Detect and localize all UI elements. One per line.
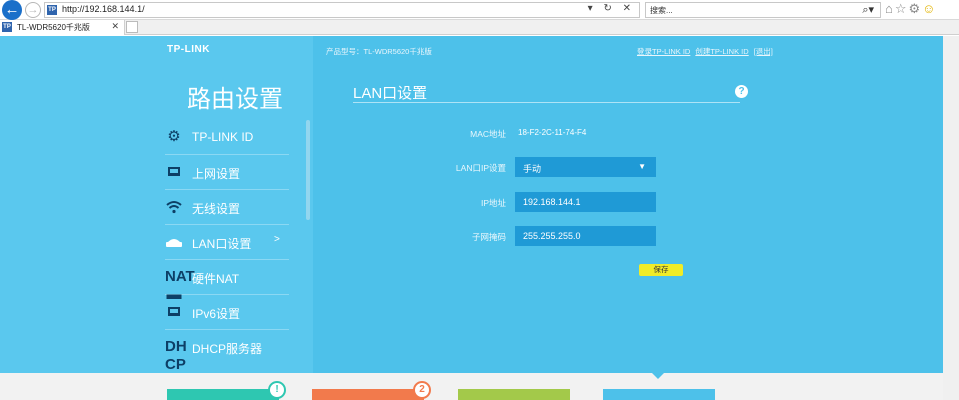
sidebar-item-label: DHCP服务器 [192,342,263,356]
alert-badge: ! [268,381,286,399]
dhcp-icon: DH CP [165,338,187,373]
lan-ip-mode-select[interactable]: 手动 ▼ [515,157,656,177]
mac-value: 18-F2-2C-11-74-F4 [518,128,587,137]
router-page: TP-LINK 路由设置 ⚙ TP-LINK ID 上网设置 无线设置 LAN口… [0,36,943,400]
search-icon[interactable]: ⌕▾ [862,3,874,17]
sidebar-item-internet[interactable]: 上网设置 [165,155,289,190]
new-tab-button[interactable] [126,21,138,33]
divider [353,102,740,103]
wifi-icon [165,198,183,216]
search-input[interactable]: 搜索... ⌕▾ [645,2,881,18]
hero-area: TP-LINK 路由设置 ⚙ TP-LINK ID 上网设置 无线设置 LAN口… [0,36,943,373]
sidebar-item-label: 硬件NAT [192,272,240,286]
quick-card-2[interactable] [312,389,424,400]
sidebar-item-tp-link-id[interactable]: ⚙ TP-LINK ID [165,120,289,155]
gear-icon[interactable]: ⚙ [909,1,923,16]
quick-card-1[interactable] [167,389,279,400]
tab-bar: TP TL-WDR5620千兆版 ✕ [0,20,959,35]
panel-title: LAN口设置 [353,85,428,102]
chevron-right-icon: > [274,234,280,245]
sidebar: TP-LINK 路由设置 ⚙ TP-LINK ID 上网设置 无线设置 LAN口… [0,36,313,373]
subnet-mask-field[interactable]: 255.255.255.0 [515,226,656,246]
mac-label: MAC地址 [470,129,506,139]
sidebar-item-label: 无线设置 [192,202,241,216]
site-favicon-icon: TP [2,22,12,32]
ip-address-field[interactable]: 192.168.144.1 [515,192,656,212]
product-model: 产品型号：TL-WDR5620千兆版 [326,47,432,56]
sidebar-item-dhcp[interactable]: DH CP DHCP服务器 [165,330,289,373]
refresh-icon[interactable]: ▾ ↻ ✕ [588,3,635,14]
help-icon[interactable]: ? [735,85,748,98]
monitor-icon [165,303,183,321]
search-placeholder: 搜索... [650,6,673,15]
quick-card-4[interactable] [603,389,715,400]
home-icon[interactable]: ⌂ [885,1,895,16]
router-icon [165,233,183,251]
back-arrow-icon[interactable]: ← [2,0,22,20]
star-icon[interactable]: ☆ [895,1,909,16]
lan-ip-mode-value: 手动 [523,164,542,174]
sidebar-item-label: 上网设置 [192,167,241,181]
forward-arrow-icon[interactable]: → [25,2,41,18]
close-icon[interactable]: ✕ [111,21,119,32]
tab-title: TL-WDR5620千兆版 [17,23,90,32]
ip-address-value: 192.168.144.1 [523,197,581,207]
monitor-icon [165,163,183,181]
logout-link[interactable]: [退出] [754,47,773,56]
tp-link-logo: TP-LINK [167,44,210,55]
sidebar-item-label: LAN口设置 [192,237,252,251]
ip-address-label: IP地址 [480,198,506,208]
sidebar-item-hardware-nat[interactable]: NAT ▬ 硬件NAT [165,260,289,303]
url-text: http://192.168.144.1/ [62,4,145,14]
browser-tab[interactable]: TP TL-WDR5620千兆版 ✕ [0,20,125,35]
sidebar-menu: ⚙ TP-LINK ID 上网设置 无线设置 LAN口设置 > NAT ▬ 硬件… [165,120,289,373]
site-favicon-icon: TP [47,5,57,15]
save-button[interactable]: 保存 [639,264,683,276]
count-badge: 2 [413,381,431,399]
smiley-icon[interactable]: ☺ [922,1,937,16]
sidebar-item-label: IPv6设置 [192,307,241,321]
subnet-mask-value: 255.255.255.0 [523,231,581,241]
sidebar-item-wireless[interactable]: 无线设置 [165,190,289,225]
account-links: 登录TP-LINK ID 创建TP-LINK ID [退出] [637,46,778,57]
login-link[interactable]: 登录TP-LINK ID [637,47,690,56]
sidebar-item-label: TP-LINK ID [192,130,254,144]
address-bar: ← → TP http://192.168.144.1/ ▾ ↻ ✕ 搜索...… [0,0,959,20]
quick-card-3[interactable] [458,389,570,400]
sidebar-item-lan[interactable]: LAN口设置 > [165,225,289,260]
lan-ip-mode-label: LAN口IP设置 [455,163,506,173]
chevron-down-icon: ▼ [638,162,646,171]
sidebar-item-ipv6[interactable]: IPv6设置 [165,295,289,330]
subnet-mask-label: 子网掩码 [471,232,506,242]
create-id-link[interactable]: 创建TP-LINK ID [695,47,748,56]
nat-icon: NAT ▬ [165,268,195,303]
gear-icon: ⚙ [167,128,181,145]
sidebar-scrollbar[interactable] [306,120,310,220]
pointer-notch [652,373,664,379]
page-scrollbar[interactable] [943,36,959,400]
browser-toolbar: ⌂☆⚙☺ [885,1,937,17]
url-input[interactable]: TP http://192.168.144.1/ ▾ ↻ ✕ [44,2,640,18]
